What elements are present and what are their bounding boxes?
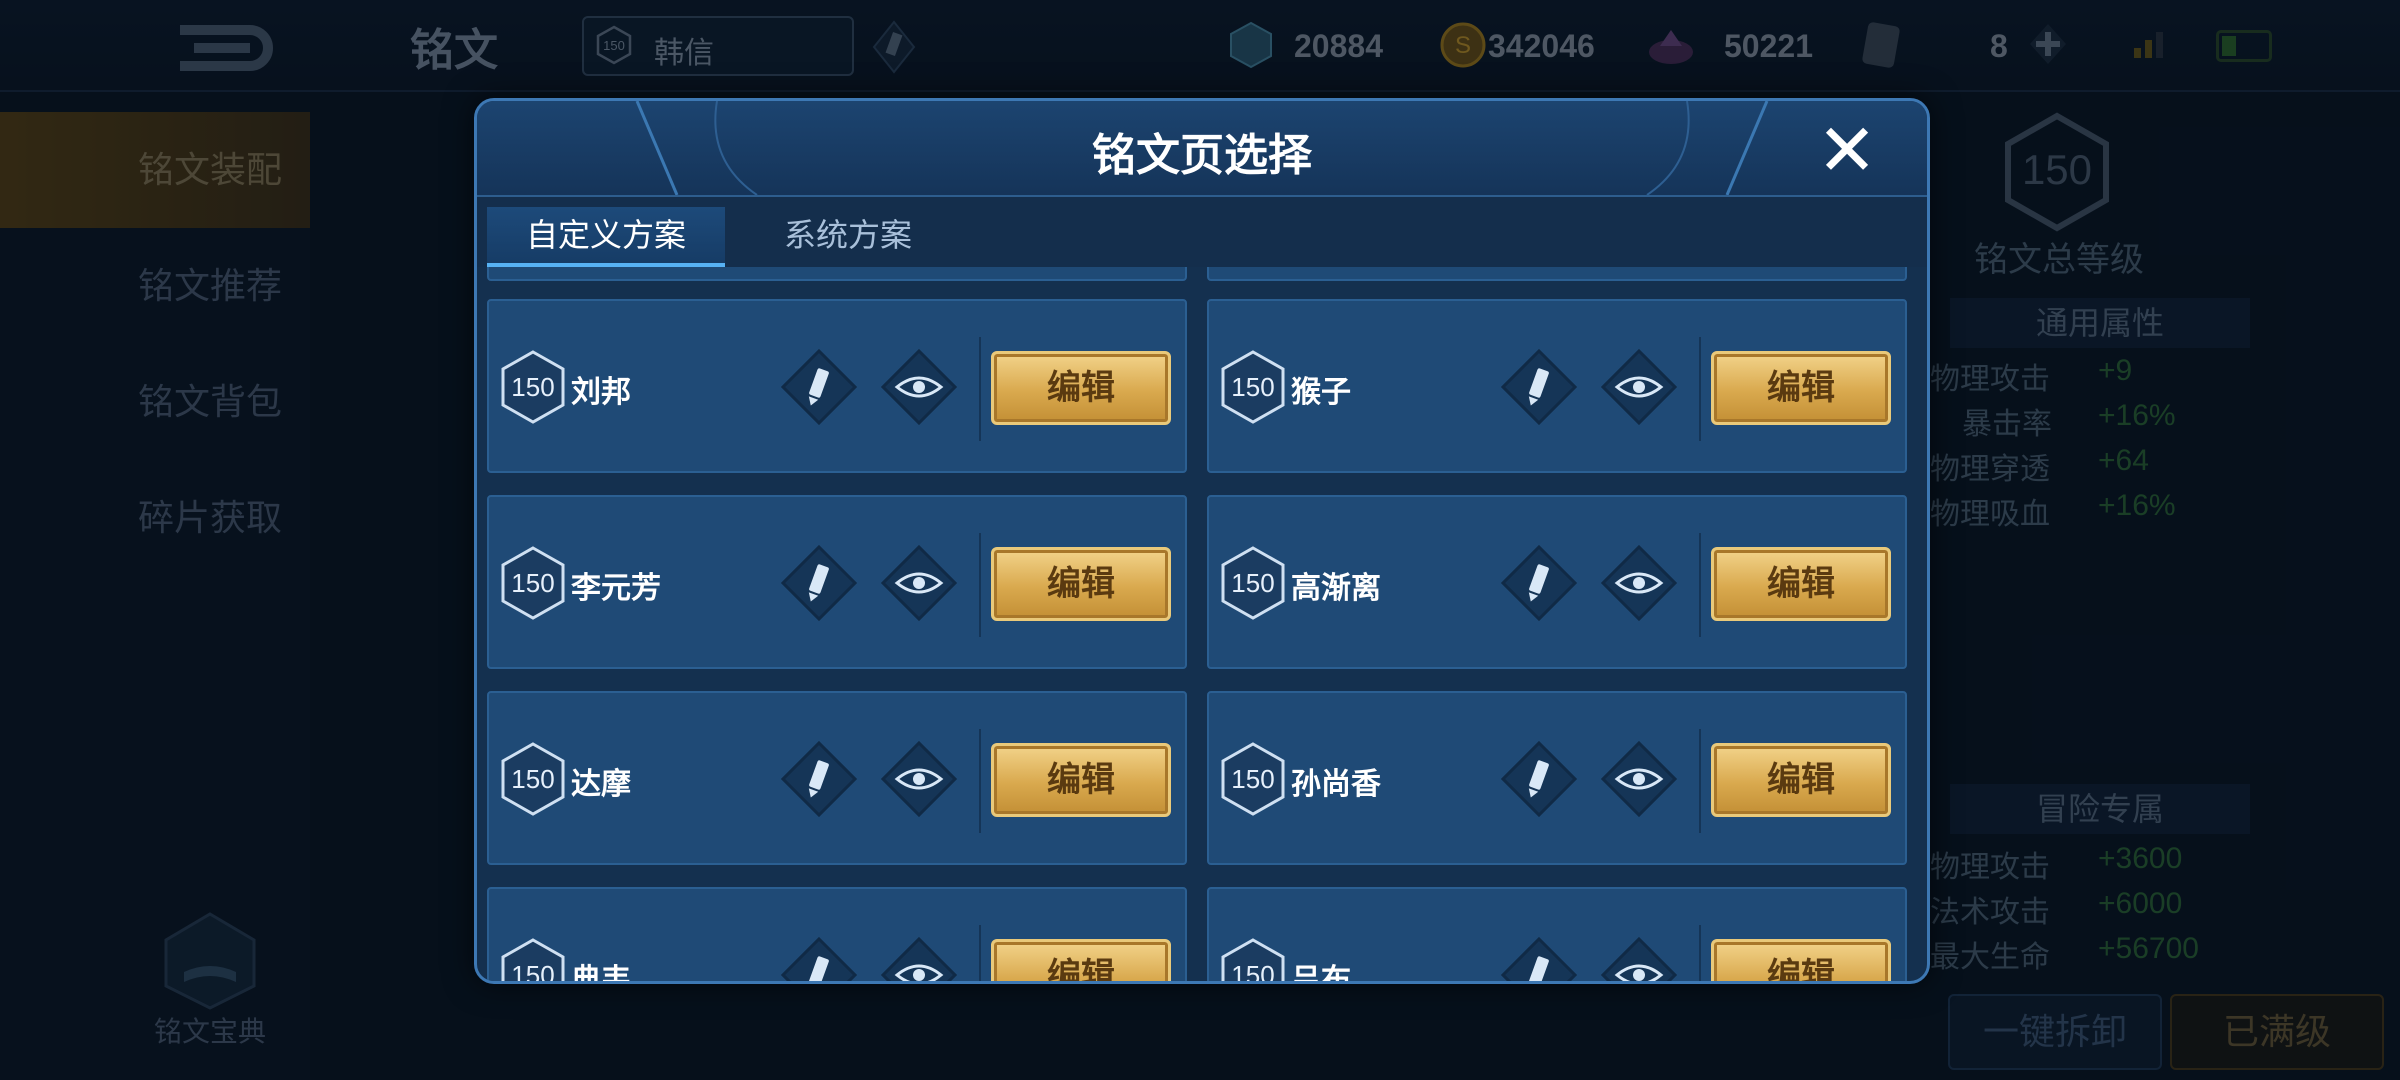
edit-button[interactable]: 编辑: [991, 351, 1171, 425]
preview-eye-icon[interactable]: [881, 741, 957, 817]
level-hex-icon: 150: [1221, 938, 1285, 981]
edit-button[interactable]: 编辑: [1711, 743, 1891, 817]
close-icon[interactable]: ✕: [1807, 111, 1887, 191]
divider: [1699, 533, 1701, 637]
divider: [1699, 925, 1701, 981]
rune-page-card[interactable]: 150 达摩 编辑: [487, 691, 1187, 865]
modal-header: 铭文页选择 ✕: [477, 101, 1927, 197]
level-hex-icon: 150: [501, 546, 565, 620]
rename-pencil-icon[interactable]: [781, 937, 857, 981]
level-hex-icon: 150: [1221, 742, 1285, 816]
edit-button[interactable]: 编辑: [991, 743, 1171, 817]
rune-page-card[interactable]: 150 李元芳 编辑: [487, 495, 1187, 669]
rune-page-list[interactable]: 150 刘邦 编辑 150 猴子 编辑 150 李元芳 编辑 150 高渐离 编…: [477, 267, 1927, 981]
level-hex-icon: 150: [501, 742, 565, 816]
page-name: 典韦: [571, 964, 631, 981]
preview-eye-icon[interactable]: [881, 545, 957, 621]
edit-button[interactable]: 编辑: [1711, 547, 1891, 621]
preview-eye-icon[interactable]: [1601, 545, 1677, 621]
preview-eye-icon[interactable]: [1601, 349, 1677, 425]
svg-text:150: 150: [511, 960, 554, 981]
preview-eye-icon[interactable]: [1601, 741, 1677, 817]
rune-page-card[interactable]: 150 猴子 编辑: [1207, 299, 1907, 473]
tab-system[interactable]: 系统方案: [729, 207, 967, 263]
svg-text:150: 150: [1231, 764, 1274, 794]
page-name: 达摩: [571, 768, 631, 801]
edit-button[interactable]: 编辑: [991, 547, 1171, 621]
modal-tabs: 自定义方案 系统方案: [477, 197, 1927, 267]
divider: [1699, 337, 1701, 441]
level-hex-icon: 150: [501, 938, 565, 981]
svg-text:150: 150: [1231, 372, 1274, 402]
divider: [979, 925, 981, 981]
rune-page-card[interactable]: 150 孙尚香 编辑: [1207, 691, 1907, 865]
modal-title: 铭文页选择: [1092, 131, 1312, 180]
divider: [979, 337, 981, 441]
edit-button[interactable]: 编辑: [1711, 939, 1891, 981]
preview-eye-icon[interactable]: [881, 937, 957, 981]
divider: [1699, 729, 1701, 833]
rename-pencil-icon[interactable]: [781, 741, 857, 817]
rune-page-card[interactable]: 150 吕布 编辑: [1207, 887, 1907, 981]
svg-text:150: 150: [511, 372, 554, 402]
page-name: 李元芳: [571, 572, 661, 605]
rune-page-card[interactable]: 150 高渐离 编辑: [1207, 495, 1907, 669]
rename-pencil-icon[interactable]: [1501, 545, 1577, 621]
divider: [979, 533, 981, 637]
rename-pencil-icon[interactable]: [1501, 937, 1577, 981]
svg-text:150: 150: [511, 764, 554, 794]
list-item: [487, 267, 1187, 281]
rename-pencil-icon[interactable]: [781, 545, 857, 621]
level-hex-icon: 150: [501, 350, 565, 424]
page-name: 孙尚香: [1291, 768, 1381, 801]
edit-button[interactable]: 编辑: [1711, 351, 1891, 425]
edit-button[interactable]: 编辑: [991, 939, 1171, 981]
page-name: 猴子: [1291, 376, 1351, 409]
rename-pencil-icon[interactable]: [781, 349, 857, 425]
divider: [979, 729, 981, 833]
rune-page-select-modal: 铭文页选择 ✕ 自定义方案 系统方案 150 刘邦 编辑 150 猴子 编辑 1…: [474, 98, 1930, 984]
svg-text:150: 150: [1231, 960, 1274, 981]
svg-text:150: 150: [1231, 568, 1274, 598]
page-name: 刘邦: [571, 376, 631, 409]
page-name: 吕布: [1291, 964, 1351, 981]
level-hex-icon: 150: [1221, 546, 1285, 620]
rename-pencil-icon[interactable]: [1501, 349, 1577, 425]
rune-page-card[interactable]: 150 刘邦 编辑: [487, 299, 1187, 473]
preview-eye-icon[interactable]: [881, 349, 957, 425]
preview-eye-icon[interactable]: [1601, 937, 1677, 981]
svg-text:150: 150: [511, 568, 554, 598]
list-item: [1207, 267, 1907, 281]
page-name: 高渐离: [1291, 572, 1381, 605]
level-hex-icon: 150: [1221, 350, 1285, 424]
tab-custom[interactable]: 自定义方案: [487, 207, 725, 267]
rune-page-card[interactable]: 150 典韦 编辑: [487, 887, 1187, 981]
rename-pencil-icon[interactable]: [1501, 741, 1577, 817]
